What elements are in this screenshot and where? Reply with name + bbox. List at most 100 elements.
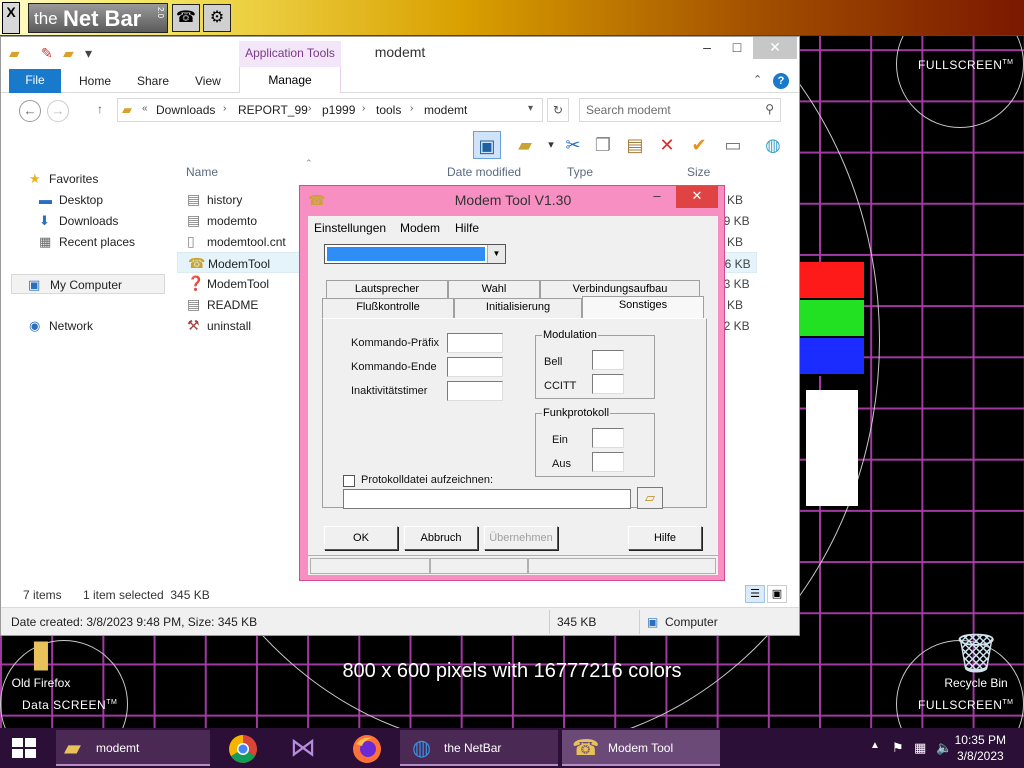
column-header-name[interactable]: Name bbox=[186, 165, 218, 179]
modem-select[interactable]: ▼ bbox=[324, 244, 506, 264]
forward-button[interactable]: → bbox=[47, 100, 69, 122]
explorer-titlebar: ▰ ✎ ▰ ▾ Application Tools modemt – □ ✕ bbox=[1, 37, 799, 67]
copy-icon[interactable]: ❐ bbox=[589, 131, 617, 159]
sidebar-item-favorites[interactable]: ★ Favorites bbox=[1, 169, 167, 189]
maximize-button[interactable]: □ bbox=[721, 37, 753, 59]
taskbar-app-modem-tool[interactable]: ☎ Modem Tool bbox=[562, 730, 720, 766]
chevron-down-icon[interactable]: ▼ bbox=[487, 245, 505, 263]
resolution-text: 800 x 600 pixels with 16777216 colors bbox=[342, 660, 682, 682]
minimize-button[interactable]: – bbox=[644, 186, 670, 208]
netbar-close-button[interactable]: X bbox=[2, 2, 20, 34]
apply-button[interactable]: Übernehmen bbox=[484, 526, 558, 550]
tab-lautsprecher[interactable]: Lautsprecher bbox=[326, 280, 448, 298]
tab-flusskontrolle[interactable]: Flußkontrolle bbox=[322, 298, 454, 318]
rename-icon[interactable]: ▭ bbox=[719, 131, 747, 159]
column-header-type[interactable]: Type bbox=[567, 165, 593, 179]
search-input[interactable] bbox=[586, 100, 756, 120]
chevron-down-icon[interactable]: ▾ bbox=[528, 103, 533, 114]
taskbar-app-netbar[interactable]: ◍ the NetBar bbox=[400, 730, 558, 766]
volume-icon[interactable]: 🔈 bbox=[936, 740, 952, 756]
desktop-icon-old-firefox[interactable]: ▮ Old Firefox bbox=[6, 632, 76, 690]
log-file-checkbox[interactable] bbox=[343, 475, 355, 487]
help-button[interactable]: Hilfe bbox=[628, 526, 702, 550]
tab-wahl[interactable]: Wahl bbox=[448, 280, 540, 298]
netbar-modem-button[interactable]: ☎ bbox=[172, 4, 200, 32]
tab-view[interactable]: View bbox=[195, 74, 221, 88]
menu-modem[interactable]: Modem bbox=[400, 221, 440, 235]
close-button[interactable]: ✕ bbox=[753, 37, 797, 59]
sidebar-item-my-computer[interactable]: ▣ My Computer bbox=[11, 274, 165, 294]
thumbnail-view-icon[interactable]: ▣ bbox=[767, 585, 787, 603]
label-command-end: Kommando-Ende bbox=[351, 361, 437, 373]
sidebar-item-recent-places[interactable]: ▦ Recent places bbox=[1, 232, 167, 252]
details-bar: Date created: 3/8/2023 9:48 PM, Size: 34… bbox=[1, 607, 799, 635]
tab-initialisierung[interactable]: Initialisierung bbox=[454, 298, 582, 318]
taskbar-app-firefox[interactable] bbox=[346, 730, 388, 766]
fullscreen-label-top: FULLSCREENTM bbox=[918, 58, 1014, 72]
command-prefix-input[interactable] bbox=[447, 333, 503, 353]
netbar-logo[interactable]: the Net Bar 2.0 bbox=[28, 3, 168, 33]
bell-input[interactable] bbox=[592, 350, 624, 370]
tab-file[interactable]: File bbox=[9, 69, 61, 93]
minimize-button[interactable]: – bbox=[691, 37, 723, 59]
help-icon[interactable]: ? bbox=[773, 73, 789, 89]
start-button[interactable] bbox=[10, 736, 38, 760]
desktop-icon-recycle-bin[interactable]: 🗑 Recycle Bin bbox=[938, 632, 1014, 690]
sidebar-item-downloads[interactable]: ⬇ Downloads bbox=[1, 211, 167, 231]
back-button[interactable]: ← bbox=[19, 100, 41, 122]
clock[interactable]: 10:35 PM 3/8/2023 bbox=[955, 732, 1006, 764]
breadcrumb-item[interactable]: tools bbox=[376, 103, 401, 117]
tab-sonstiges[interactable]: Sonstiges bbox=[582, 296, 704, 318]
log-file-path-input[interactable] bbox=[343, 489, 631, 509]
delete-icon[interactable]: ✕ bbox=[653, 131, 681, 159]
address-bar[interactable]: ▰ « Downloads › REPORT_99 › p1999 › tool… bbox=[117, 98, 543, 122]
breadcrumb-item[interactable]: modemt bbox=[424, 103, 467, 117]
refresh-button[interactable]: ↻ bbox=[547, 98, 569, 122]
radio-off-input[interactable] bbox=[592, 452, 624, 472]
column-header-size[interactable]: Size bbox=[687, 165, 710, 179]
command-end-input[interactable] bbox=[447, 357, 503, 377]
up-button[interactable]: ↑ bbox=[97, 102, 103, 116]
tab-share[interactable]: Share bbox=[137, 74, 169, 88]
view-pane-icon[interactable]: ▣ bbox=[473, 131, 501, 159]
computer-text: Computer bbox=[665, 615, 718, 629]
flag-icon[interactable]: ⚑ bbox=[892, 740, 904, 756]
taskbar-app-explorer[interactable]: ▰ modemt bbox=[56, 730, 210, 766]
browse-folder-button[interactable]: ▱ bbox=[637, 487, 663, 509]
folder-icon: ▮ bbox=[30, 633, 52, 675]
checkmark-icon[interactable]: ✔ bbox=[685, 131, 713, 159]
color-bar-blue bbox=[800, 338, 864, 376]
taskbar-app-chrome[interactable] bbox=[222, 730, 264, 766]
search-box[interactable]: ⚲ bbox=[579, 98, 781, 122]
tab-manage[interactable]: Manage bbox=[239, 67, 341, 93]
column-header-date[interactable]: Date modified bbox=[447, 165, 521, 179]
network-tray-icon[interactable]: ▦ bbox=[914, 740, 926, 756]
breadcrumb-item[interactable]: p1999 bbox=[322, 103, 355, 117]
ok-button[interactable]: OK bbox=[324, 526, 398, 550]
breadcrumb-item[interactable]: Downloads bbox=[156, 103, 215, 117]
ccitt-input[interactable] bbox=[592, 374, 624, 394]
chevron-up-icon[interactable]: ⌃ bbox=[753, 73, 762, 86]
taskbar-app-visual-studio[interactable]: ⋈ bbox=[284, 730, 326, 766]
menu-help[interactable]: Hilfe bbox=[455, 221, 479, 235]
chevron-up-icon[interactable]: ▲ bbox=[870, 740, 880, 751]
sidebar-item-desktop[interactable]: ▬ Desktop bbox=[1, 190, 167, 210]
tab-home[interactable]: Home bbox=[79, 74, 111, 88]
close-button[interactable]: ✕ bbox=[676, 186, 718, 208]
status-bar: 7 items 1 item selected 345 KB bbox=[1, 583, 799, 605]
cut-icon[interactable]: ✂ bbox=[559, 131, 587, 159]
radio-on-input[interactable] bbox=[592, 428, 624, 448]
menu-settings[interactable]: Einstellungen bbox=[314, 221, 386, 235]
color-test-bars bbox=[800, 262, 864, 376]
netbar: X the Net Bar 2.0 ☎ ⚙ bbox=[0, 0, 1024, 36]
inactivity-timer-input[interactable] bbox=[447, 381, 503, 401]
cancel-button[interactable]: Abbruch bbox=[404, 526, 478, 550]
paste-icon[interactable]: ▤ bbox=[621, 131, 649, 159]
sidebar-item-network[interactable]: ◉ Network bbox=[1, 316, 167, 336]
globe-icon[interactable]: ◍ bbox=[759, 131, 787, 159]
breadcrumb-item[interactable]: REPORT_99 bbox=[238, 103, 308, 117]
text-file-icon: ▤ bbox=[187, 296, 201, 312]
netbar-tools-button[interactable]: ⚙ bbox=[203, 4, 231, 32]
details-view-icon[interactable]: ☰ bbox=[745, 585, 765, 603]
folder-options-icon[interactable]: ▰ bbox=[511, 131, 539, 159]
